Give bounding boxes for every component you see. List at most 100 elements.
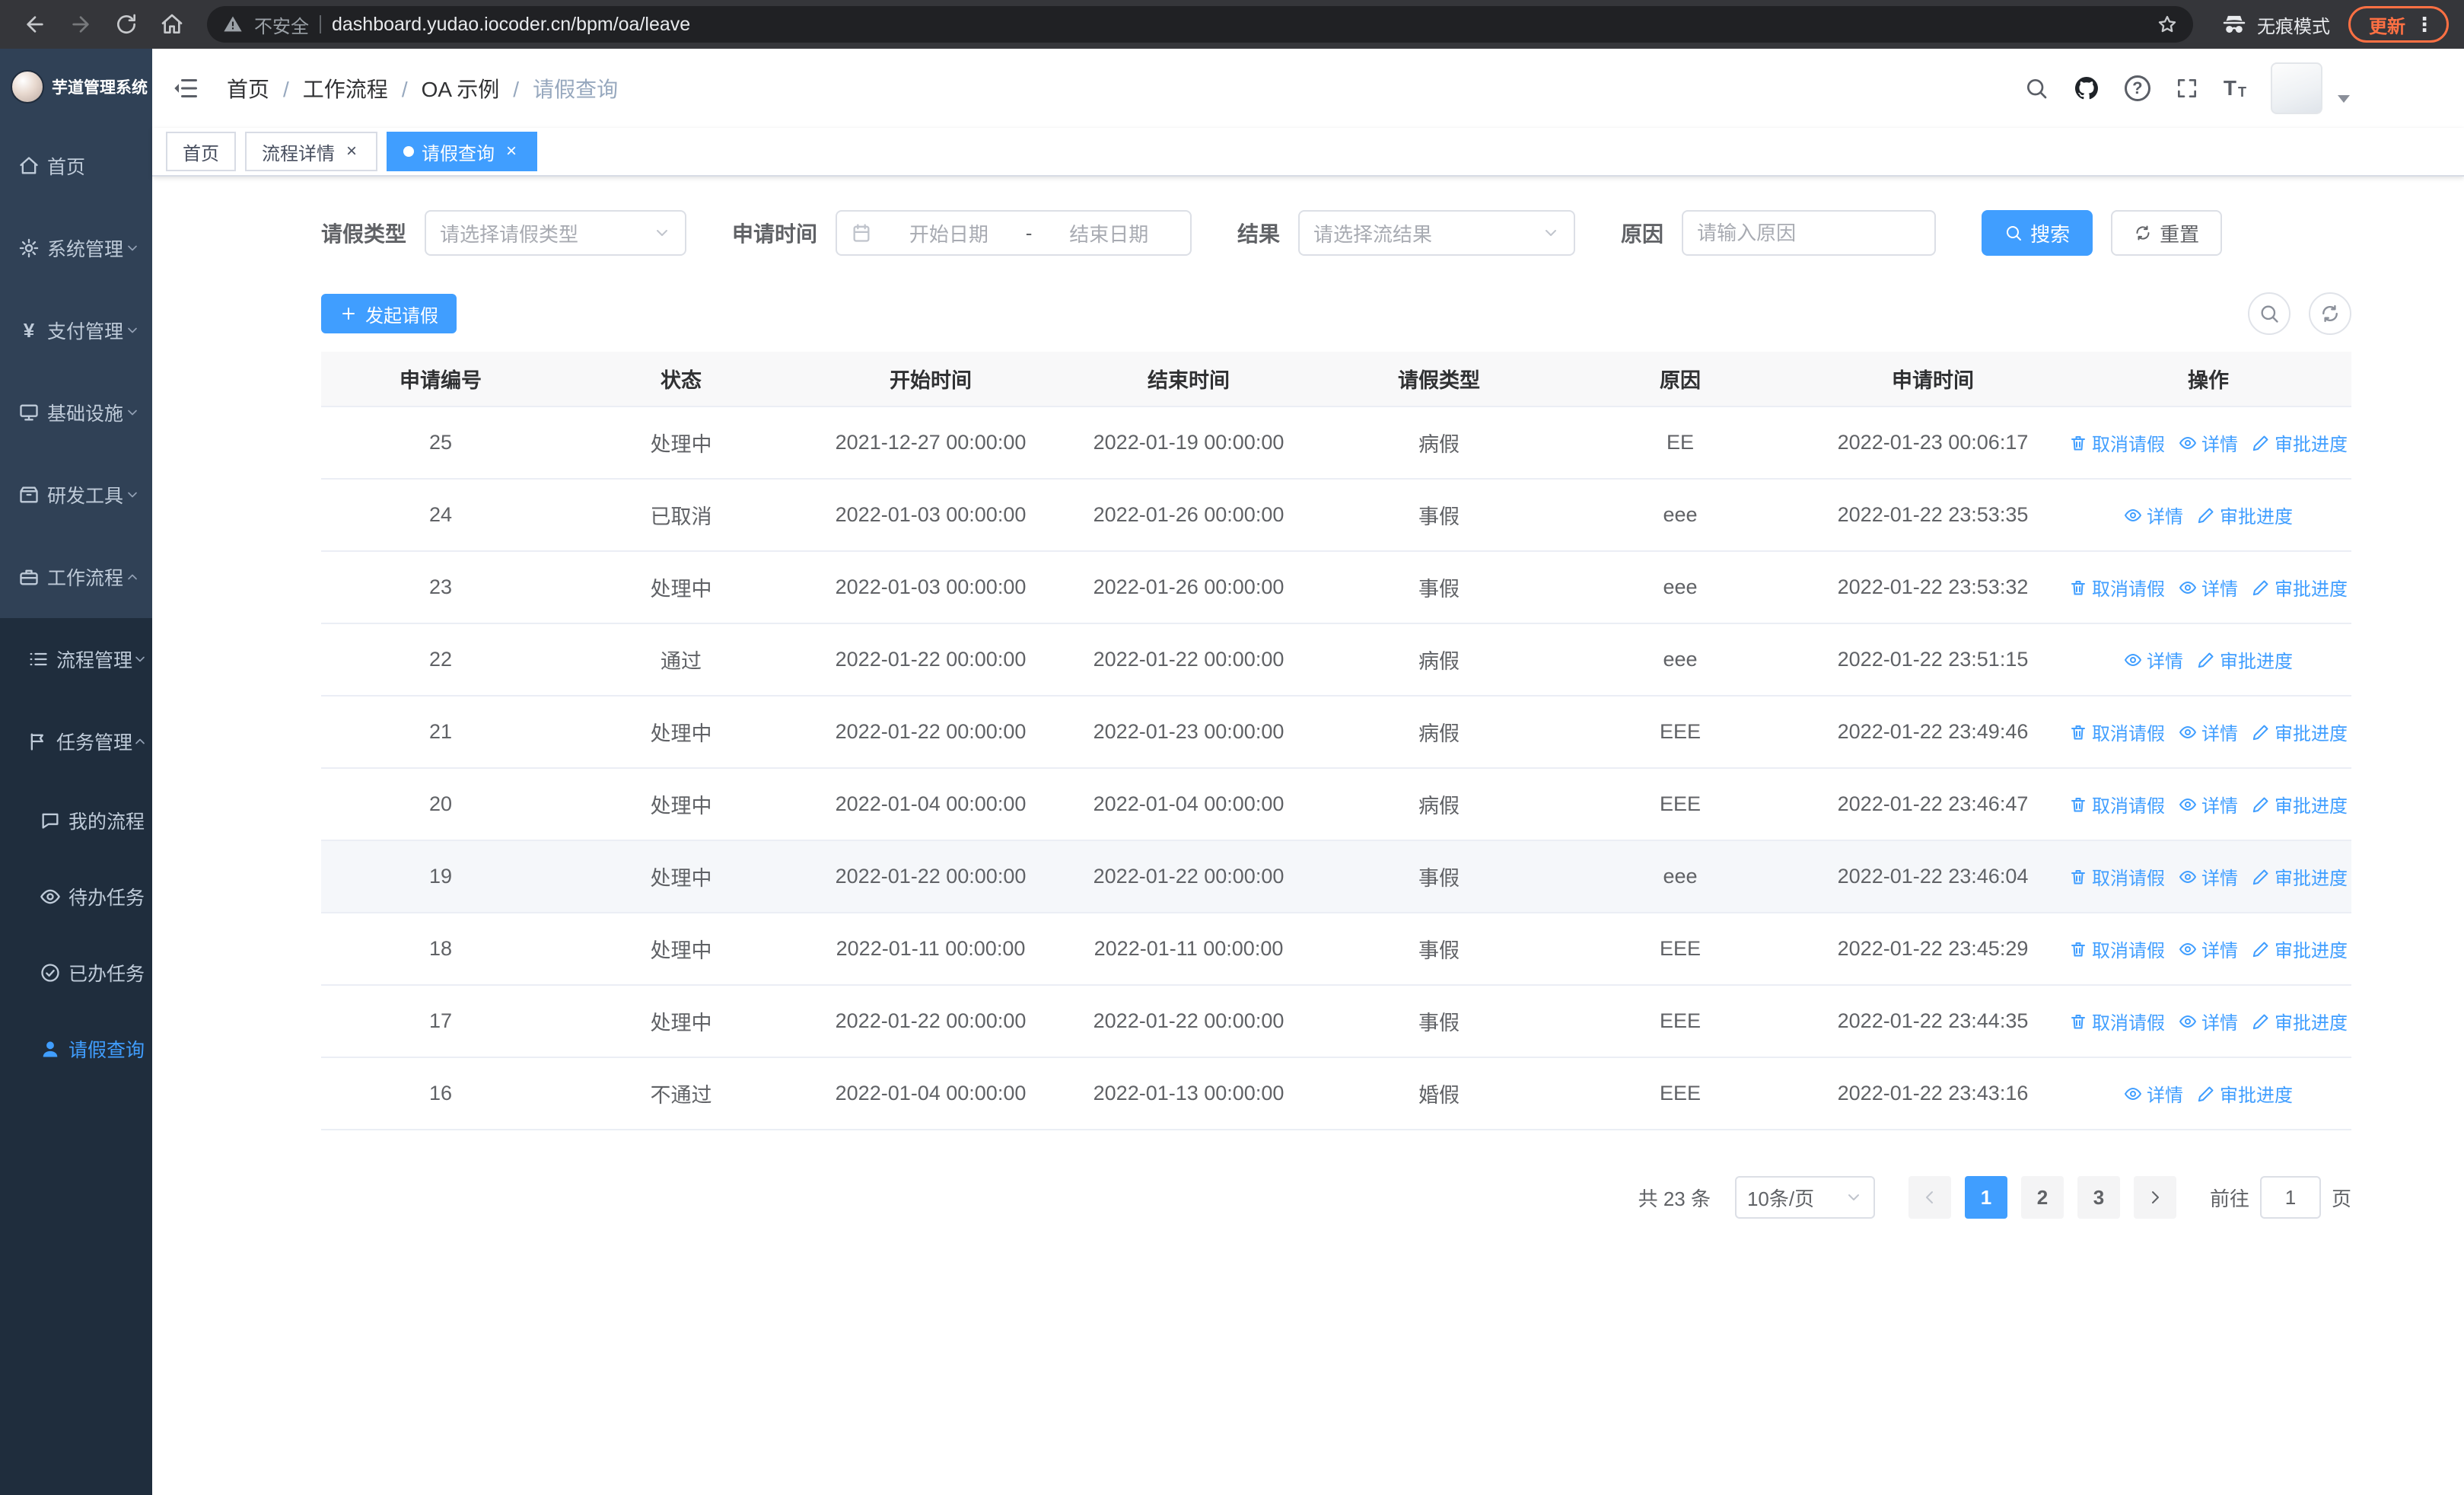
sidebar-item-system-management[interactable]: 系统管理: [0, 207, 152, 289]
breadcrumb-item[interactable]: OA 示例: [388, 73, 500, 104]
cancel-leave-link[interactable]: 取消请假: [2069, 863, 2165, 890]
cancel-leave-link[interactable]: 取消请假: [2069, 429, 2165, 456]
progress-link[interactable]: 审批进度: [2197, 646, 2293, 673]
help-icon[interactable]: ?: [2124, 75, 2150, 101]
refresh-table-button[interactable]: [2309, 292, 2351, 335]
cell-type: 病假: [1318, 696, 1560, 769]
progress-link[interactable]: 审批进度: [2252, 429, 2348, 456]
sidebar-item-home[interactable]: 首页: [0, 125, 152, 207]
detail-link[interactable]: 详情: [2179, 863, 2238, 890]
tab-leave-query[interactable]: 请假查询: [387, 132, 537, 171]
cell-end: 2022-01-26 00:00:00: [1059, 479, 1318, 552]
cell-applied: 2022-01-22 23:45:29: [1800, 913, 2065, 986]
browser-reload-button[interactable]: [107, 5, 146, 44]
fullscreen-icon[interactable]: [2175, 76, 2199, 100]
font-size-icon[interactable]: TT: [2224, 78, 2246, 100]
progress-link[interactable]: 审批进度: [2252, 1008, 2348, 1034]
sidebar-collapse-button[interactable]: [166, 69, 205, 108]
detail-link[interactable]: 详情: [2179, 791, 2238, 818]
sidebar-item-dev-tools[interactable]: 研发工具: [0, 454, 152, 536]
trash-icon: [2069, 868, 2087, 886]
cell-start: 2022-01-22 00:00:00: [802, 985, 1059, 1058]
detail-link[interactable]: 详情: [2124, 1080, 2183, 1107]
detail-link[interactable]: 详情: [2179, 719, 2238, 745]
bookmark-star-icon[interactable]: [2157, 14, 2178, 35]
sidebar-item-payment-management[interactable]: ¥ 支付管理: [0, 289, 152, 371]
caret-down-icon[interactable]: [2338, 95, 2350, 103]
sidebar-item-workflow[interactable]: 工作流程: [0, 536, 152, 618]
goto-page-input[interactable]: [2259, 1176, 2321, 1219]
next-page-button[interactable]: [2133, 1176, 2176, 1219]
prev-page-button[interactable]: [1908, 1176, 1951, 1219]
apply-time-range-picker[interactable]: 开始日期 - 结束日期: [836, 210, 1192, 256]
sidebar-item-leave-query[interactable]: 请假查询: [0, 1011, 152, 1087]
reason-input[interactable]: [1682, 210, 1937, 256]
sidebar-item-process-management[interactable]: 流程管理: [0, 618, 152, 700]
cancel-leave-link[interactable]: 取消请假: [2069, 791, 2165, 818]
tab-home[interactable]: 首页: [166, 132, 236, 171]
github-icon[interactable]: [2073, 75, 2100, 102]
detail-link[interactable]: 详情: [2179, 574, 2238, 601]
cancel-leave-link[interactable]: 取消请假: [2069, 574, 2165, 601]
table-header-row: 申请编号 状态 开始时间 结束时间 请假类型 原因 申请时间 操作: [321, 352, 2351, 407]
cell-id: 21: [321, 696, 560, 769]
detail-link[interactable]: 详情: [2179, 429, 2238, 456]
header-tools: ? TT: [2024, 62, 2350, 114]
leave-type-label: 请假类型: [321, 222, 407, 246]
close-icon[interactable]: [342, 142, 361, 161]
end-date-placeholder[interactable]: 结束日期: [1041, 219, 1176, 247]
sidebar-item-task-management[interactable]: 任务管理: [0, 700, 152, 783]
cell-reason: eee: [1560, 551, 1800, 624]
pen-icon: [2252, 723, 2270, 741]
sidebar-item-my-processes[interactable]: 我的流程: [0, 783, 152, 859]
cell-type: 事假: [1318, 913, 1560, 986]
breadcrumb-item[interactable]: 首页: [227, 73, 269, 104]
cell-status: 处理中: [560, 768, 802, 841]
detail-link[interactable]: 详情: [2124, 502, 2183, 528]
sidebar-item-infrastructure[interactable]: 基础设施: [0, 371, 152, 454]
browser-home-button[interactable]: [152, 5, 192, 44]
breadcrumb-item[interactable]: 工作流程: [269, 73, 388, 104]
table-row: 21 处理中 2022-01-22 00:00:00 2022-01-23 00…: [321, 696, 2351, 769]
toggle-search-button[interactable]: [2248, 292, 2291, 335]
cancel-leave-link[interactable]: 取消请假: [2069, 719, 2165, 745]
cancel-leave-link[interactable]: 取消请假: [2069, 1008, 2165, 1034]
result-select[interactable]: 请选择流结果: [1298, 210, 1576, 256]
create-leave-button[interactable]: 发起请假: [321, 294, 457, 333]
detail-link[interactable]: 详情: [2179, 1008, 2238, 1034]
search-button[interactable]: 搜索: [1982, 210, 2093, 256]
kebab-menu-icon[interactable]: ⋮: [2415, 14, 2434, 34]
progress-link[interactable]: 审批进度: [2252, 863, 2348, 890]
page-button-2[interactable]: 2: [2020, 1176, 2064, 1219]
user-avatar[interactable]: [2271, 62, 2322, 114]
progress-link[interactable]: 审批进度: [2252, 936, 2348, 962]
page-button-3[interactable]: 3: [2077, 1176, 2120, 1219]
chevron-down-icon: [653, 224, 671, 242]
detail-link[interactable]: 详情: [2124, 646, 2183, 673]
page-size-select[interactable]: 10条/页: [1734, 1176, 1875, 1219]
start-date-placeholder[interactable]: 开始日期: [881, 219, 1017, 247]
progress-link[interactable]: 审批进度: [2252, 719, 2348, 745]
page-button-1[interactable]: 1: [1964, 1176, 2007, 1219]
progress-link[interactable]: 审批进度: [2252, 791, 2348, 818]
detail-link[interactable]: 详情: [2179, 936, 2238, 962]
progress-link[interactable]: 审批进度: [2197, 1080, 2293, 1107]
tab-process-detail[interactable]: 流程详情: [245, 132, 377, 171]
cell-start: 2022-01-11 00:00:00: [802, 913, 1059, 986]
close-icon[interactable]: [502, 142, 520, 161]
search-icon[interactable]: [2024, 76, 2049, 100]
progress-link[interactable]: 审批进度: [2252, 574, 2348, 601]
reset-button[interactable]: 重置: [2111, 210, 2223, 256]
cancel-leave-link[interactable]: 取消请假: [2069, 936, 2165, 962]
app-logo[interactable]: 芋道管理系统: [0, 49, 152, 125]
address-bar[interactable]: 不安全 dashboard.yudao.iocoder.cn/bpm/oa/le…: [207, 6, 2193, 43]
sidebar-item-done-tasks[interactable]: 已办任务: [0, 935, 152, 1011]
sidebar-item-todo-tasks[interactable]: 待办任务: [0, 859, 152, 935]
browser-update-button[interactable]: 更新 ⋮: [2348, 6, 2449, 43]
progress-link[interactable]: 审批进度: [2197, 502, 2293, 528]
update-label: 更新: [2369, 16, 2405, 37]
browser-back-button[interactable]: [15, 5, 55, 44]
browser-forward-button[interactable]: [61, 5, 100, 44]
cell-start: 2022-01-22 00:00:00: [802, 840, 1059, 913]
leave-type-select[interactable]: 请选择请假类型: [425, 210, 687, 256]
